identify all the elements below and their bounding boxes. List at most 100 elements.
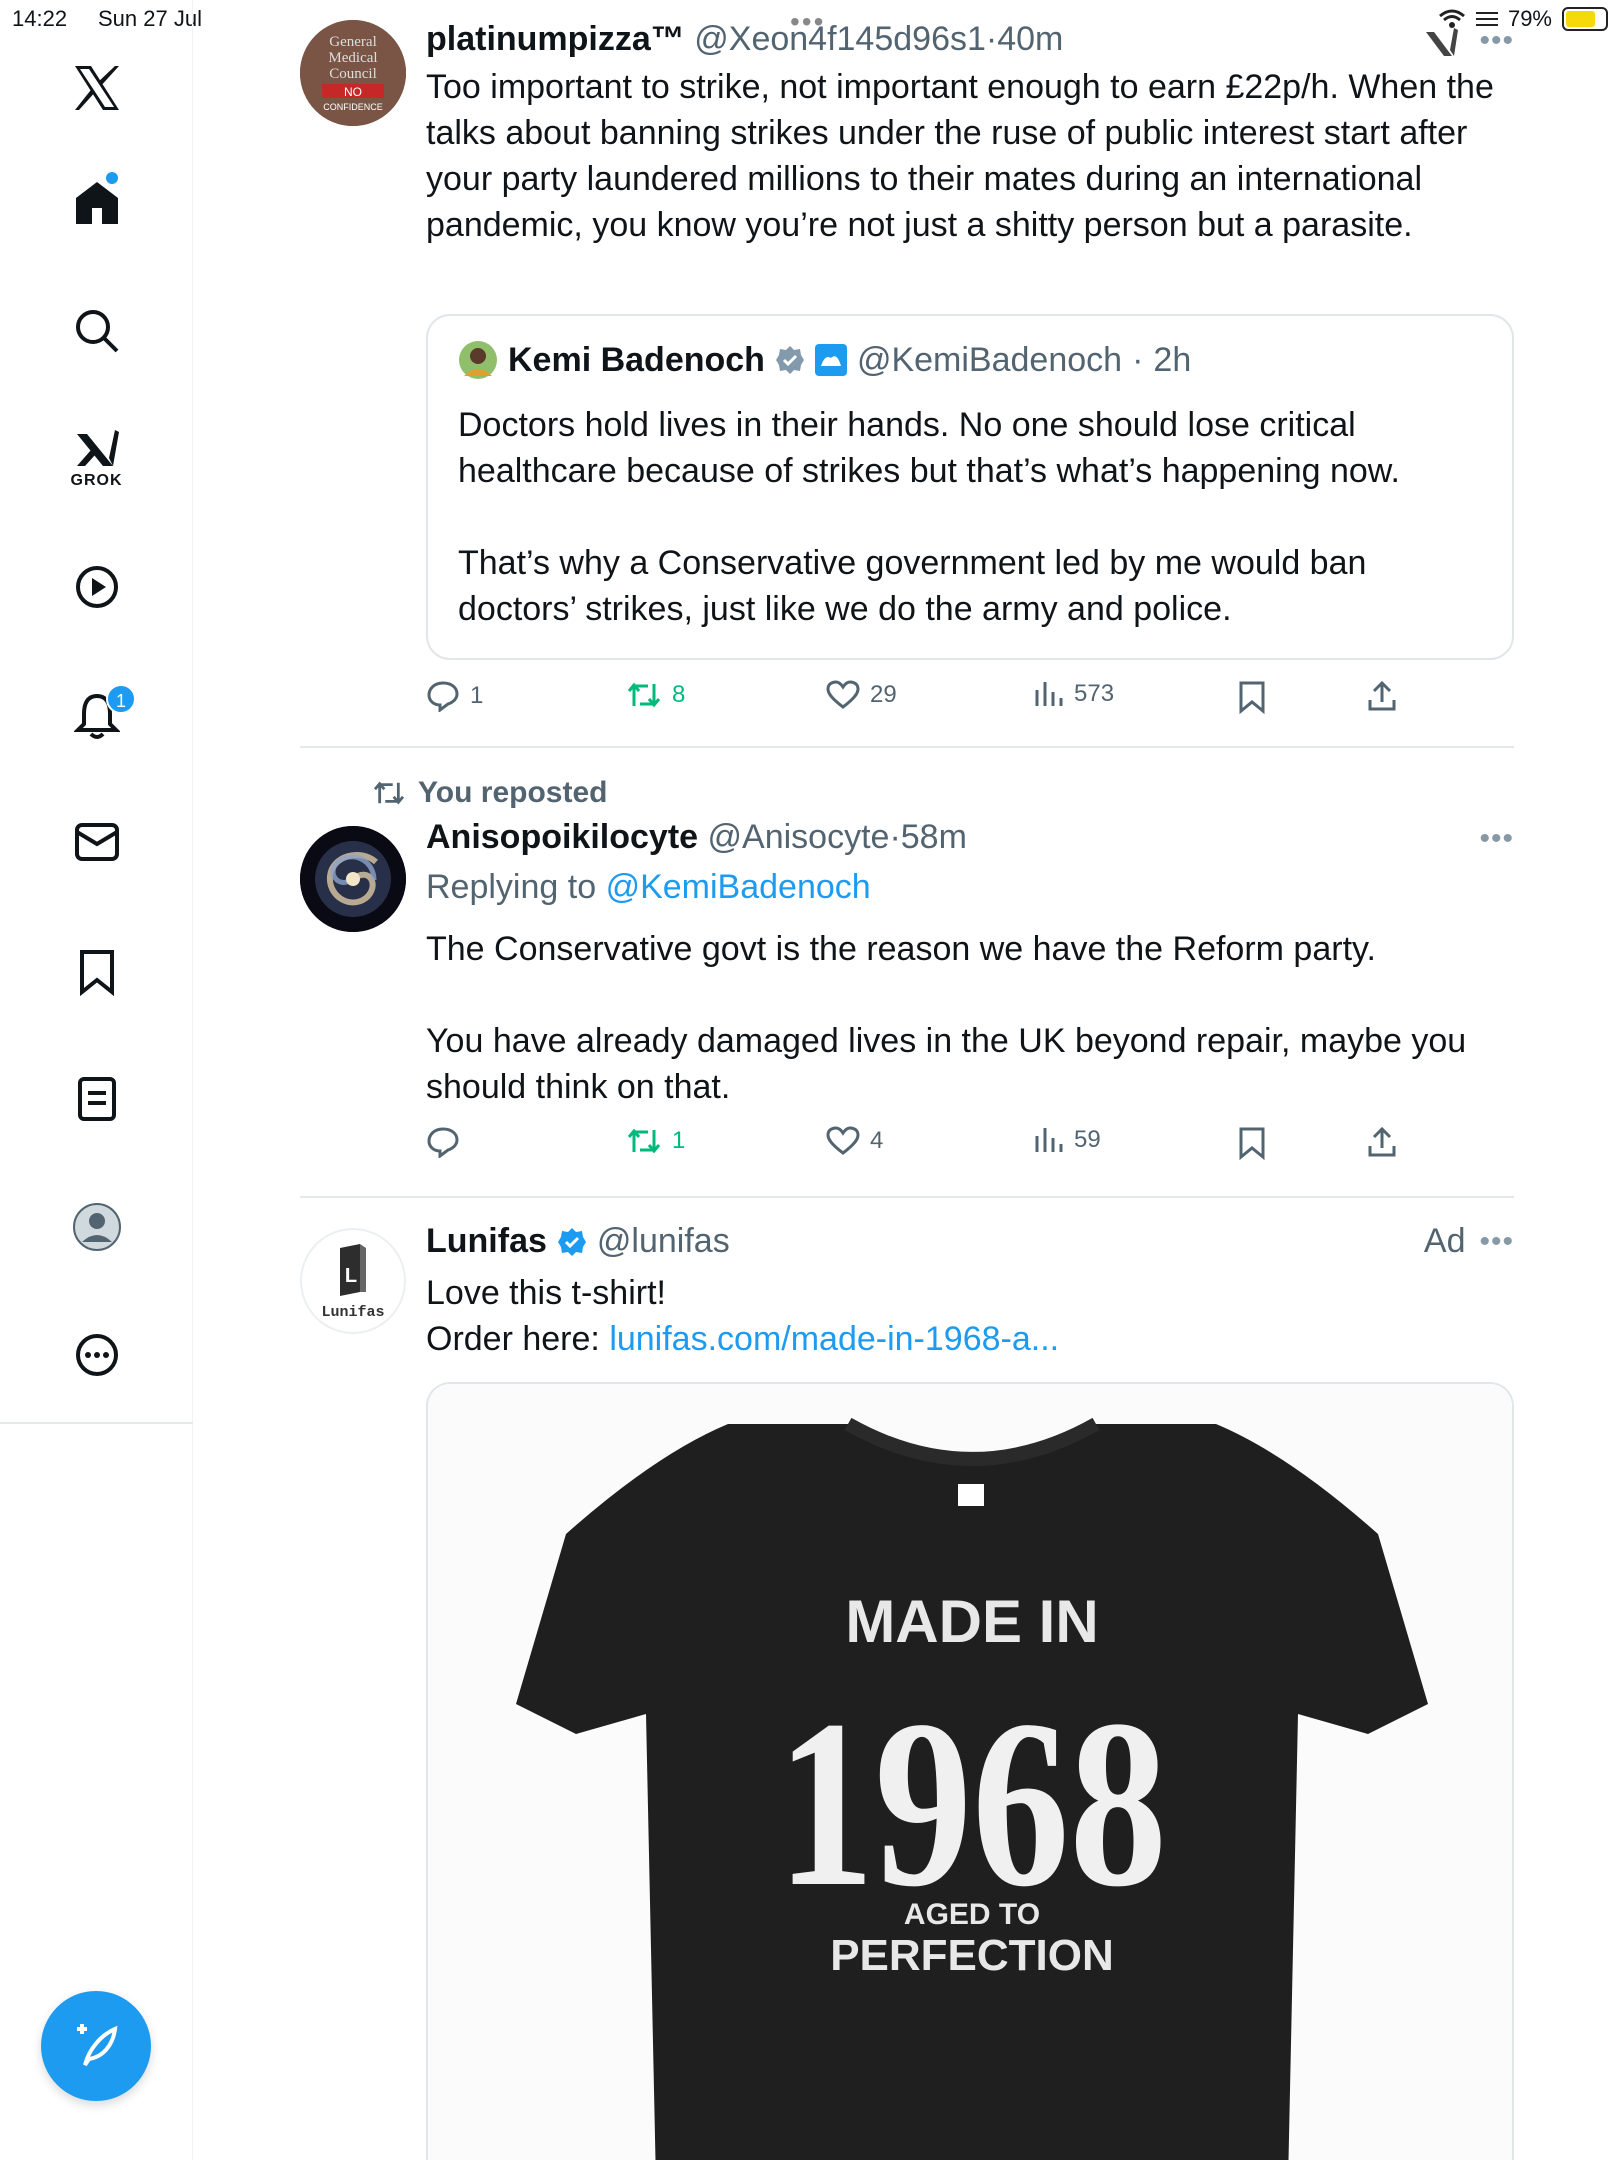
tweet-actions: 1 8 29 573 (426, 680, 1514, 720)
share-button[interactable] (1366, 1126, 1398, 1158)
tweet-header: platinumpizza™ @Xeon4f145d96s1·40m (426, 20, 1063, 59)
author-name[interactable]: Anisopoikilocyte (426, 818, 698, 856)
quoted-paragraph: That’s why a Conservative government led… (458, 544, 1367, 628)
quoted-author-name[interactable]: Kemi Badenoch (508, 341, 765, 380)
quoted-avatar[interactable] (458, 340, 498, 380)
lunifas-logo: L Lunifas (321, 1244, 385, 1321)
home-icon[interactable] (0, 178, 193, 226)
lists-icon[interactable] (0, 1076, 193, 1122)
ad-meta: Ad ••• (1424, 1222, 1514, 1261)
repost-count: 1 (672, 1127, 686, 1154)
ad-media-image[interactable]: MADE IN 1968 AGED TO PERFECTION (426, 1382, 1514, 2160)
promoted-tweet[interactable]: L Lunifas Lunifas @lunifas Ad ••• Love t… (300, 1222, 1514, 2160)
notifications-icon[interactable] (0, 692, 193, 740)
avatar[interactable]: L Lunifas (300, 1228, 406, 1334)
reply-icon (427, 1127, 459, 1158)
tweet-paragraph: You have already damaged lives in the UK… (426, 1022, 1467, 1106)
author-name[interactable]: Lunifas (426, 1222, 547, 1261)
heart-icon (826, 1126, 860, 1155)
views-button[interactable]: 59 (1034, 1126, 1101, 1154)
ad-label[interactable]: Ad (1424, 1222, 1466, 1261)
share-button[interactable] (1366, 680, 1398, 712)
logo-text: Lunifas (321, 1304, 384, 1321)
search-icon[interactable] (0, 308, 193, 354)
views-count: 59 (1074, 1126, 1101, 1153)
tweet-divider (300, 746, 1514, 748)
separator-dot: · (889, 818, 901, 856)
xai-watermark-icon (1424, 28, 1460, 63)
profile-icon[interactable] (0, 1202, 193, 1252)
bookmarks-icon[interactable] (0, 948, 193, 996)
repost-indicator: You reposted (372, 776, 1460, 810)
grok-icon (76, 430, 119, 466)
more-options-button[interactable]: ••• (1479, 24, 1514, 58)
views-button[interactable]: 573 (1034, 680, 1114, 708)
order-link[interactable]: lunifas.com/made-in-1968-a... (609, 1320, 1059, 1358)
reply-count: 1 (470, 682, 484, 709)
avatar-line: CONFIDENCE (323, 102, 383, 112)
repost-icon (627, 682, 661, 708)
shirt-line: MADE IN (845, 1588, 1098, 1655)
replying-to: Replying to @KemiBadenoch (426, 868, 871, 907)
quoted-post-time[interactable]: 2h (1153, 341, 1191, 380)
party-affiliate-icon[interactable] (814, 344, 847, 376)
replying-to-link[interactable]: @KemiBadenoch (606, 868, 871, 906)
post-time[interactable]: 58m (901, 818, 967, 856)
avatar[interactable]: General Medical Council NO CONFIDENCE (300, 20, 406, 126)
avatar-line: NO (344, 85, 362, 99)
shirt-year: 1968 (777, 1670, 1167, 1936)
quoted-tweet[interactable]: Kemi Badenoch @KemiBadenoch · 2h Doctors h… (426, 314, 1514, 660)
quoted-text: Doctors hold lives in their hands. No on… (458, 402, 1478, 632)
battery-icon (1562, 7, 1608, 31)
repost-button[interactable]: 8 (626, 680, 685, 710)
bookmark-icon (1239, 1127, 1265, 1160)
separator-dot: · (985, 20, 998, 58)
compose-button[interactable] (41, 1991, 151, 2101)
galaxy-avatar-image (300, 826, 406, 932)
reply-button[interactable]: 1 (426, 680, 483, 712)
like-button[interactable]: 29 (826, 680, 897, 710)
more-options-button[interactable]: ••• (1479, 822, 1514, 856)
bookmark-button[interactable] (1238, 1126, 1266, 1160)
like-button[interactable]: 4 (826, 1126, 883, 1156)
tweet-header: Anisopoikilocyte @Anisocyte·58m (426, 818, 967, 857)
post-time[interactable]: 40m (997, 20, 1063, 58)
quoted-author-handle[interactable]: @KemiBadenoch (857, 341, 1122, 380)
more-options-button[interactable]: ••• (1479, 1225, 1514, 1259)
share-icon (1368, 680, 1396, 711)
shirt-line: AGED TO (904, 1898, 1040, 1931)
like-count: 29 (870, 681, 897, 708)
reply-button[interactable] (426, 1126, 460, 1158)
more-icon[interactable] (0, 1332, 193, 1378)
tweet[interactable]: General Medical Council NO CONFIDENCE pl… (300, 20, 1514, 740)
separator-dot: · (1132, 340, 1144, 379)
tweet-text: The Conservative govt is the reason we h… (426, 926, 1514, 1110)
author-handle[interactable]: @lunifas (597, 1222, 730, 1261)
repost-button[interactable]: 1 (626, 1126, 685, 1156)
messages-icon[interactable] (0, 822, 193, 862)
reply-icon (427, 681, 459, 712)
compose-feather-icon (77, 2024, 118, 2067)
author-handle[interactable]: @Anisocyte (708, 818, 890, 856)
svg-text:L: L (345, 1265, 357, 1287)
x-logo-icon[interactable] (0, 62, 193, 114)
tweet[interactable]: You reposted Anisopoikilocyte @Anisocyte… (300, 776, 1514, 1176)
avatar-line: Medical (328, 50, 377, 66)
tweet-header: Lunifas @lunifas (426, 1222, 730, 1261)
grok-nav[interactable]: GROK (0, 428, 193, 490)
bookmark-button[interactable] (1238, 680, 1266, 714)
tweet-paragraph: The Conservative govt is the reason we h… (426, 930, 1376, 968)
like-count: 4 (870, 1127, 884, 1154)
author-handle[interactable]: @Xeon4f145d96s1 (694, 20, 986, 58)
tweet-text: Love this t-shirt! Order here: lunifas.c… (426, 1270, 1514, 1362)
sidebar: GROK 1 (0, 0, 193, 2160)
avatar[interactable] (300, 826, 406, 932)
tshirt-image: MADE IN 1968 AGED TO PERFECTION (428, 1384, 1512, 2160)
order-prefix: Order here: (426, 1320, 600, 1358)
battery-percent: 79% (1507, 6, 1552, 31)
repost-label[interactable]: You reposted (418, 776, 607, 810)
author-name[interactable]: platinumpizza™ (426, 20, 685, 58)
repost-icon (627, 1128, 661, 1154)
video-icon[interactable] (0, 564, 193, 610)
replying-prefix: Replying to (426, 868, 597, 906)
